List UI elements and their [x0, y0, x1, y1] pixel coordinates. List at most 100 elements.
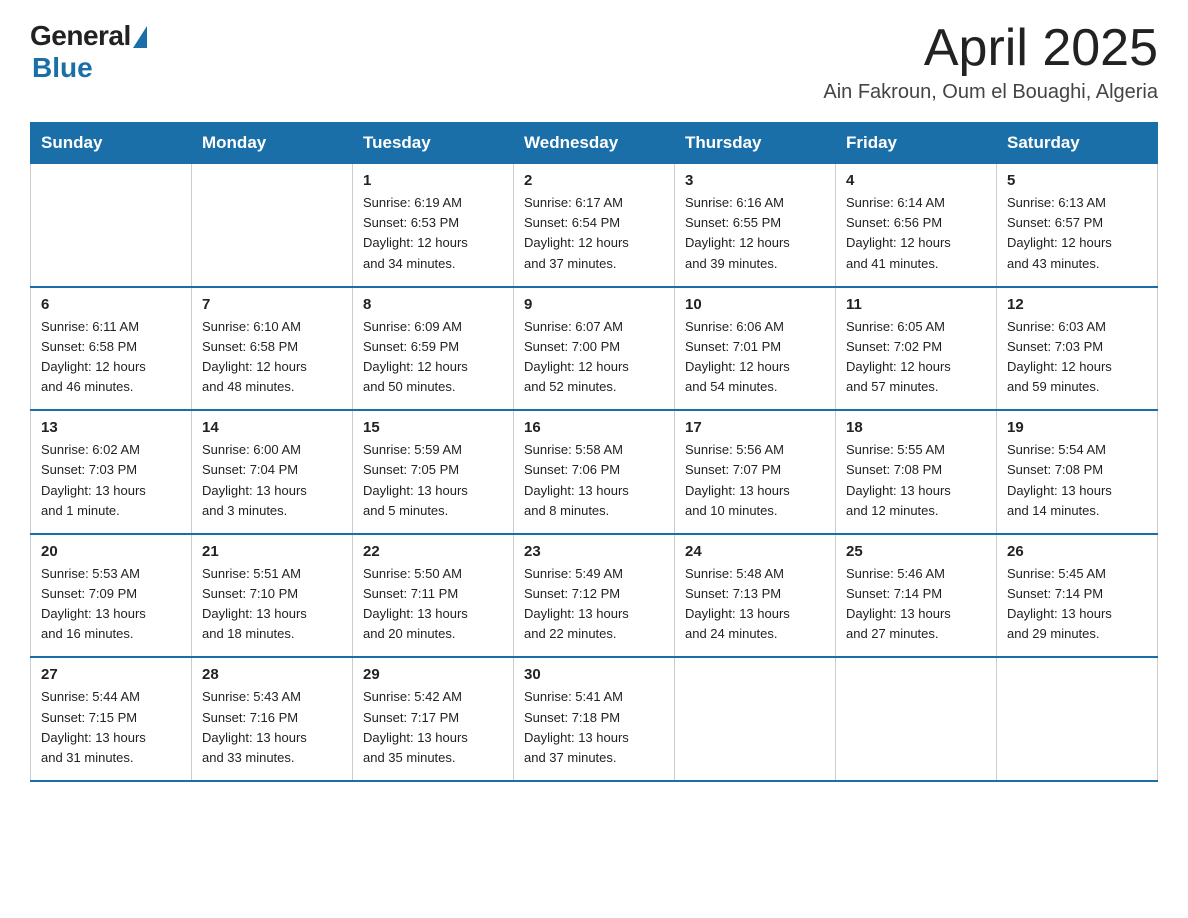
day-info: Sunrise: 6:10 AM Sunset: 6:58 PM Dayligh…	[202, 317, 342, 398]
day-number: 6	[41, 296, 181, 313]
calendar-cell: 4 Sunrise: 6:14 AM Sunset: 6:56 PM Daylig…	[836, 164, 997, 287]
logo-triangle-icon	[133, 26, 147, 48]
day-info: Sunrise: 5:59 AM Sunset: 7:05 PM Dayligh…	[363, 440, 503, 521]
day-number: 2	[524, 172, 664, 189]
location-title: Ain Fakroun, Oum el Bouaghi, Algeria	[823, 81, 1158, 104]
day-number: 25	[846, 543, 986, 560]
day-number: 4	[846, 172, 986, 189]
day-info: Sunrise: 6:16 AM Sunset: 6:55 PM Dayligh…	[685, 193, 825, 274]
day-info: Sunrise: 5:46 AM Sunset: 7:14 PM Dayligh…	[846, 564, 986, 645]
day-number: 12	[1007, 296, 1147, 313]
calendar-cell: 1Sunrise: 6:19 AM Sunset: 6:53 PM Daylig…	[353, 164, 514, 287]
day-info: Sunrise: 6:05 AM Sunset: 7:02 PM Dayligh…	[846, 317, 986, 398]
day-info: Sunrise: 5:44 AM Sunset: 7:15 PM Dayligh…	[41, 687, 181, 768]
day-info: Sunrise: 5:58 AM Sunset: 7:06 PM Dayligh…	[524, 440, 664, 521]
calendar-cell: 9 Sunrise: 6:07 AM Sunset: 7:00 PM Daylig…	[514, 287, 675, 411]
day-number: 23	[524, 543, 664, 560]
calendar-cell: 23 Sunrise: 5:49 AM Sunset: 7:12 PM Dayli…	[514, 534, 675, 658]
calendar-cell: 6 Sunrise: 6:11 AM Sunset: 6:58 PM Daylig…	[31, 287, 192, 411]
calendar-cell	[31, 164, 192, 287]
calendar-header-row: SundayMondayTuesdayWednesdayThursdayFrid…	[31, 123, 1158, 164]
day-info: Sunrise: 6:07 AM Sunset: 7:00 PM Dayligh…	[524, 317, 664, 398]
day-info: Sunrise: 5:54 AM Sunset: 7:08 PM Dayligh…	[1007, 440, 1147, 521]
day-info: Sunrise: 5:49 AM Sunset: 7:12 PM Dayligh…	[524, 564, 664, 645]
weekday-header-sunday: Sunday	[31, 123, 192, 164]
calendar-cell: 3 Sunrise: 6:16 AM Sunset: 6:55 PM Daylig…	[675, 164, 836, 287]
day-number: 3	[685, 172, 825, 189]
calendar-cell	[836, 657, 997, 781]
calendar-cell: 2 Sunrise: 6:17 AM Sunset: 6:54 PM Daylig…	[514, 164, 675, 287]
day-number: 27	[41, 666, 181, 683]
calendar-cell: 16Sunrise: 5:58 AM Sunset: 7:06 PM Dayli…	[514, 410, 675, 534]
calendar-cell	[192, 164, 353, 287]
day-info: Sunrise: 5:50 AM Sunset: 7:11 PM Dayligh…	[363, 564, 503, 645]
calendar-table: SundayMondayTuesdayWednesdayThursdayFrid…	[30, 122, 1158, 782]
day-info: Sunrise: 5:43 AM Sunset: 7:16 PM Dayligh…	[202, 687, 342, 768]
day-number: 24	[685, 543, 825, 560]
day-number: 14	[202, 419, 342, 436]
calendar-cell: 11 Sunrise: 6:05 AM Sunset: 7:02 PM Dayli…	[836, 287, 997, 411]
day-info: Sunrise: 5:56 AM Sunset: 7:07 PM Dayligh…	[685, 440, 825, 521]
weekday-header-wednesday: Wednesday	[514, 123, 675, 164]
day-info: Sunrise: 5:53 AM Sunset: 7:09 PM Dayligh…	[41, 564, 181, 645]
day-number: 18	[846, 419, 986, 436]
day-number: 21	[202, 543, 342, 560]
day-number: 15	[363, 419, 503, 436]
day-number: 28	[202, 666, 342, 683]
weekday-header-thursday: Thursday	[675, 123, 836, 164]
calendar-week-row: 13Sunrise: 6:02 AM Sunset: 7:03 PM Dayli…	[31, 410, 1158, 534]
day-info: Sunrise: 6:06 AM Sunset: 7:01 PM Dayligh…	[685, 317, 825, 398]
calendar-cell: 26 Sunrise: 5:45 AM Sunset: 7:14 PM Dayli…	[997, 534, 1158, 658]
day-info: Sunrise: 6:17 AM Sunset: 6:54 PM Dayligh…	[524, 193, 664, 274]
day-number: 20	[41, 543, 181, 560]
day-info: Sunrise: 5:42 AM Sunset: 7:17 PM Dayligh…	[363, 687, 503, 768]
title-block: April 2025 Ain Fakroun, Oum el Bouaghi, …	[823, 20, 1158, 104]
calendar-cell: 28 Sunrise: 5:43 AM Sunset: 7:16 PM Dayli…	[192, 657, 353, 781]
calendar-week-row: 27 Sunrise: 5:44 AM Sunset: 7:15 PM Dayli…	[31, 657, 1158, 781]
weekday-header-friday: Friday	[836, 123, 997, 164]
calendar-cell: 19Sunrise: 5:54 AM Sunset: 7:08 PM Dayli…	[997, 410, 1158, 534]
calendar-week-row: 1Sunrise: 6:19 AM Sunset: 6:53 PM Daylig…	[31, 164, 1158, 287]
calendar-cell: 5Sunrise: 6:13 AM Sunset: 6:57 PM Daylig…	[997, 164, 1158, 287]
day-number: 9	[524, 296, 664, 313]
day-info: Sunrise: 5:45 AM Sunset: 7:14 PM Dayligh…	[1007, 564, 1147, 645]
calendar-cell: 30 Sunrise: 5:41 AM Sunset: 7:18 PM Dayli…	[514, 657, 675, 781]
calendar-cell: 14Sunrise: 6:00 AM Sunset: 7:04 PM Dayli…	[192, 410, 353, 534]
day-number: 8	[363, 296, 503, 313]
calendar-week-row: 20 Sunrise: 5:53 AM Sunset: 7:09 PM Dayli…	[31, 534, 1158, 658]
day-info: Sunrise: 6:19 AM Sunset: 6:53 PM Dayligh…	[363, 193, 503, 274]
weekday-header-saturday: Saturday	[997, 123, 1158, 164]
calendar-cell: 27 Sunrise: 5:44 AM Sunset: 7:15 PM Dayli…	[31, 657, 192, 781]
calendar-cell: 21 Sunrise: 5:51 AM Sunset: 7:10 PM Dayli…	[192, 534, 353, 658]
day-number: 10	[685, 296, 825, 313]
day-number: 29	[363, 666, 503, 683]
day-info: Sunrise: 5:51 AM Sunset: 7:10 PM Dayligh…	[202, 564, 342, 645]
day-info: Sunrise: 6:14 AM Sunset: 6:56 PM Dayligh…	[846, 193, 986, 274]
calendar-cell: 7 Sunrise: 6:10 AM Sunset: 6:58 PM Daylig…	[192, 287, 353, 411]
calendar-cell: 29 Sunrise: 5:42 AM Sunset: 7:17 PM Dayli…	[353, 657, 514, 781]
calendar-cell: 13Sunrise: 6:02 AM Sunset: 7:03 PM Dayli…	[31, 410, 192, 534]
day-info: Sunrise: 6:03 AM Sunset: 7:03 PM Dayligh…	[1007, 317, 1147, 398]
month-title: April 2025	[823, 20, 1158, 77]
day-number: 26	[1007, 543, 1147, 560]
calendar-cell: 10 Sunrise: 6:06 AM Sunset: 7:01 PM Dayli…	[675, 287, 836, 411]
weekday-header-tuesday: Tuesday	[353, 123, 514, 164]
calendar-cell: 22Sunrise: 5:50 AM Sunset: 7:11 PM Dayli…	[353, 534, 514, 658]
calendar-cell: 17 Sunrise: 5:56 AM Sunset: 7:07 PM Dayli…	[675, 410, 836, 534]
calendar-cell: 18 Sunrise: 5:55 AM Sunset: 7:08 PM Dayli…	[836, 410, 997, 534]
day-info: Sunrise: 6:09 AM Sunset: 6:59 PM Dayligh…	[363, 317, 503, 398]
day-info: Sunrise: 5:41 AM Sunset: 7:18 PM Dayligh…	[524, 687, 664, 768]
day-number: 17	[685, 419, 825, 436]
day-info: Sunrise: 5:55 AM Sunset: 7:08 PM Dayligh…	[846, 440, 986, 521]
logo-general-text: General	[30, 20, 131, 52]
weekday-header-monday: Monday	[192, 123, 353, 164]
day-info: Sunrise: 6:13 AM Sunset: 6:57 PM Dayligh…	[1007, 193, 1147, 274]
calendar-cell	[997, 657, 1158, 781]
calendar-cell: 25 Sunrise: 5:46 AM Sunset: 7:14 PM Dayli…	[836, 534, 997, 658]
day-number: 30	[524, 666, 664, 683]
calendar-cell: 12 Sunrise: 6:03 AM Sunset: 7:03 PM Dayli…	[997, 287, 1158, 411]
day-number: 11	[846, 296, 986, 313]
day-info: Sunrise: 6:11 AM Sunset: 6:58 PM Dayligh…	[41, 317, 181, 398]
day-info: Sunrise: 6:02 AM Sunset: 7:03 PM Dayligh…	[41, 440, 181, 521]
day-number: 7	[202, 296, 342, 313]
